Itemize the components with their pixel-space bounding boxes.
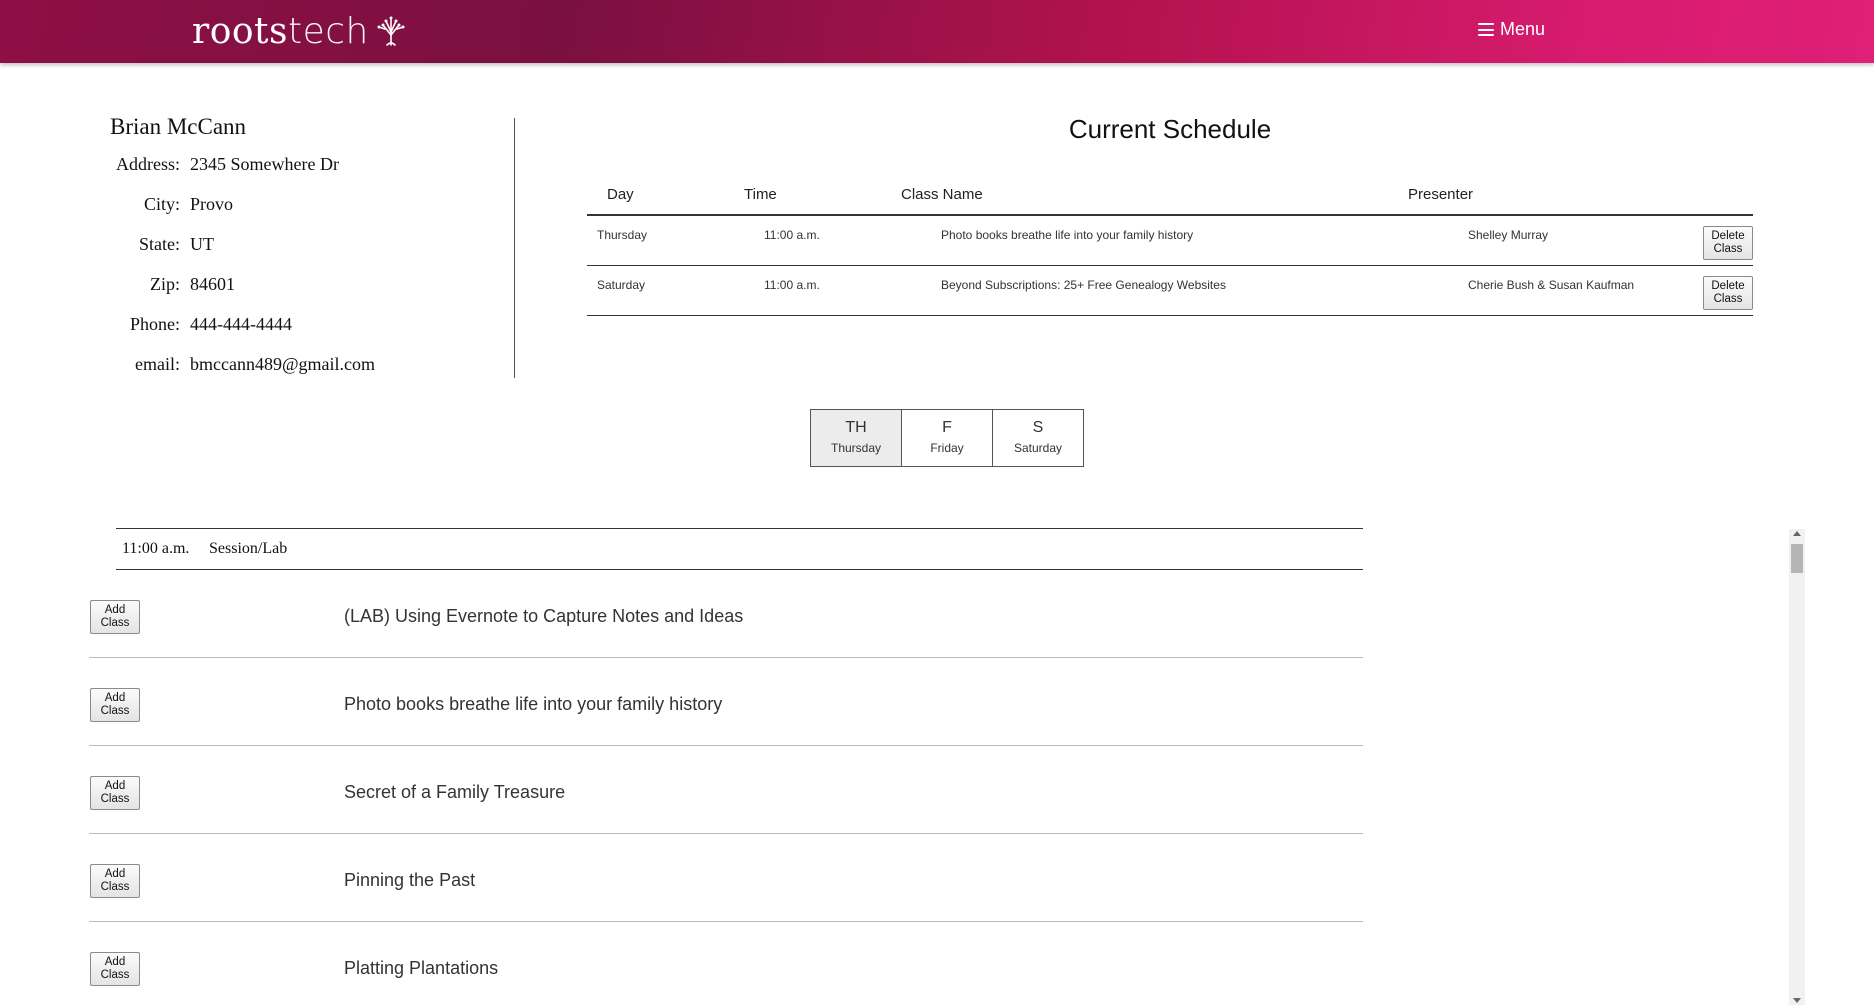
tab-saturday[interactable]: S Saturday [992,409,1084,467]
row-day: Saturday [597,278,646,292]
session-type: Session/Lab [209,540,288,557]
site-header: roots tech Menu [0,0,1874,63]
logo-text-roots: roots [192,10,288,52]
tab-label: Saturday [1013,441,1063,455]
tree-icon [377,16,405,46]
delete-class-button[interactable]: Delete Class [1703,226,1753,260]
session-name: Photo books breathe life into your famil… [344,694,723,714]
schedule-title: Current Schedule [1068,114,1272,144]
profile-value: UT [190,234,214,254]
row-class-name: Photo books breathe life into your famil… [941,228,1194,242]
add-class-button[interactable]: Add Class [90,600,140,634]
profile-label: email: [135,354,180,374]
profile-value: 444-444-4444 [190,314,292,334]
session-name: (LAB) Using Evernote to Capture Notes an… [344,606,744,626]
profile-label: Address: [116,154,180,174]
add-class-button[interactable]: Add Class [90,952,140,986]
row-time: 11:00 a.m. [764,228,820,242]
tab-abbr: S [1032,419,1044,436]
profile-row-email: email: bmccann489@gmail.com [110,354,510,394]
row-class-name: Beyond Subscriptions: 25+ Free Genealogy… [941,278,1226,292]
profile-name: Brian McCann [110,114,247,139]
session-list: Add Class (LAB) Using Evernote to Captur… [89,570,1363,1005]
profile-row-phone: Phone: 444-444-4444 [110,314,510,354]
tab-label: Thursday [830,441,882,455]
list-item: Add Class Photo books breathe life into … [89,658,1363,746]
list-item: Add Class Secret of a Family Treasure [89,746,1363,834]
day-tabs: TH Thursday F Friday S Saturday [810,409,1084,467]
profile-value: Provo [190,194,234,214]
header-time: Time [744,185,777,203]
profile-value: 2345 Somewhere Dr [190,154,339,174]
session-time-header: 11:00 a.m. Session/Lab [116,528,1363,570]
profile-label: Zip: [150,274,180,294]
profile-row-zip: Zip: 84601 [110,274,510,314]
user-profile: Brian McCann Address: 2345 Somewhere Dr … [110,114,510,394]
schedule-header-row: Day Time Class Name Presenter [587,174,1753,216]
profile-label: State: [139,234,180,254]
tab-thursday[interactable]: TH Thursday [810,409,902,467]
tab-label: Friday [930,441,964,455]
profile-row-state: State: UT [110,234,510,274]
row-presenter: Cherie Bush & Susan Kaufman [1468,278,1635,292]
menu-button[interactable]: Menu [1478,19,1545,40]
add-class-button[interactable]: Add Class [90,864,140,898]
profile-value: 84601 [190,274,235,294]
scroll-down-arrow-icon[interactable] [1793,998,1801,1003]
current-schedule-table: Day Time Class Name Presenter Thursday 1… [587,174,1753,316]
schedule-row: Saturday 11:00 a.m. Beyond Subscriptions… [587,266,1753,316]
session-name: Pinning the Past [344,870,476,890]
header-presenter: Presenter [1408,185,1474,203]
row-presenter: Shelley Murray [1468,228,1549,242]
session-name: Platting Plantations [344,958,499,978]
logo-text-tech: tech [288,10,369,52]
list-item: Add Class (LAB) Using Evernote to Captur… [89,570,1363,658]
rootstech-logo[interactable]: roots tech [192,10,407,52]
session-list-scrollbar[interactable] [1789,529,1805,1005]
tab-abbr: F [942,419,952,436]
hamburger-icon [1478,23,1494,36]
delete-class-button[interactable]: Delete Class [1703,276,1753,310]
session-name: Secret of a Family Treasure [344,782,566,802]
profile-row-city: City: Provo [110,194,510,234]
add-class-button[interactable]: Add Class [90,776,140,810]
profile-value: bmccann489@gmail.com [190,354,376,374]
session-time: 11:00 a.m. [122,540,190,557]
scroll-up-arrow-icon[interactable] [1793,531,1801,536]
list-item: Add Class Pinning the Past [89,834,1363,922]
add-class-button[interactable]: Add Class [90,688,140,722]
row-time: 11:00 a.m. [764,278,820,292]
profile-label: City: [143,194,180,214]
list-item: Add Class Platting Plantations [89,922,1363,1005]
tab-abbr: TH [845,419,867,436]
vertical-divider [514,118,515,378]
header-class-name: Class Name [901,185,983,203]
profile-row-address: Address: 2345 Somewhere Dr [110,154,510,194]
header-day: Day [607,185,634,203]
scroll-thumb[interactable] [1791,544,1803,573]
tab-friday[interactable]: F Friday [901,409,993,467]
profile-label: Phone: [129,314,180,334]
row-day: Thursday [597,228,648,242]
menu-label: Menu [1500,19,1546,39]
schedule-row: Thursday 11:00 a.m. Photo books breathe … [587,216,1753,266]
